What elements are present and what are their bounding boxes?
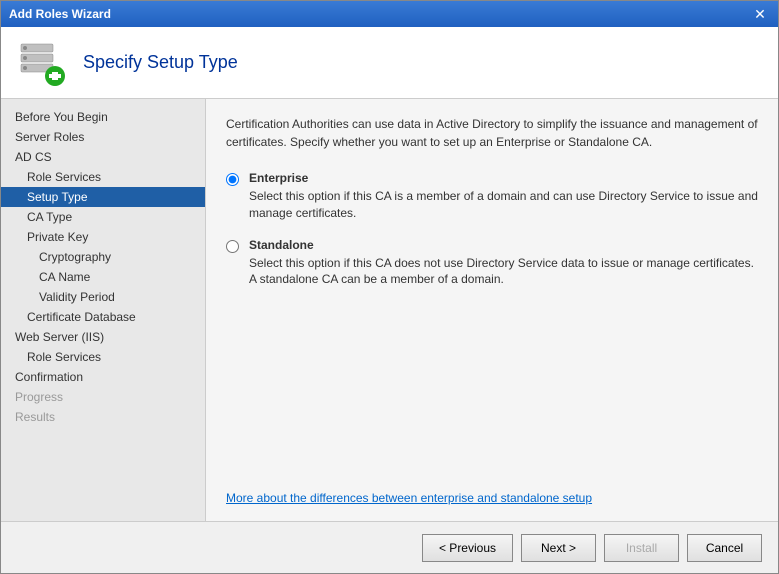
window: Add Roles Wizard ✕ Specify Setup Type	[0, 0, 779, 574]
standalone-radio[interactable]	[226, 240, 239, 253]
window-title: Add Roles Wizard	[9, 7, 111, 21]
close-button[interactable]: ✕	[750, 5, 770, 23]
sidebar-item-2[interactable]: AD CS	[1, 147, 205, 167]
enterprise-desc: Select this option if this CA is a membe…	[249, 188, 758, 222]
standalone-desc: Select this option if this CA does not u…	[249, 255, 758, 289]
content-area: Before You BeginServer RolesAD CSRole Se…	[1, 99, 778, 521]
sidebar-item-10[interactable]: Certificate Database	[1, 307, 205, 327]
sidebar-item-8[interactable]: CA Name	[1, 267, 205, 287]
option-group: Enterprise Select this option if this CA…	[226, 171, 758, 480]
footer: < Previous Next > Install Cancel	[1, 521, 778, 573]
sidebar-item-14: Progress	[1, 387, 205, 407]
option-standalone: Standalone Select this option if this CA…	[226, 238, 758, 289]
sidebar-item-1[interactable]: Server Roles	[1, 127, 205, 147]
cancel-button[interactable]: Cancel	[687, 534, 762, 562]
sidebar-item-9[interactable]: Validity Period	[1, 287, 205, 307]
option-enterprise: Enterprise Select this option if this CA…	[226, 171, 758, 222]
sidebar-item-5[interactable]: CA Type	[1, 207, 205, 227]
sidebar-item-0[interactable]: Before You Begin	[1, 107, 205, 127]
sidebar: Before You BeginServer RolesAD CSRole Se…	[1, 99, 206, 521]
next-button[interactable]: Next >	[521, 534, 596, 562]
enterprise-radio[interactable]	[226, 173, 239, 186]
main-content: Certification Authorities can use data i…	[206, 99, 778, 521]
header-area: Specify Setup Type	[1, 27, 778, 99]
sidebar-item-3[interactable]: Role Services	[1, 167, 205, 187]
sidebar-item-12[interactable]: Role Services	[1, 347, 205, 367]
title-bar: Add Roles Wizard ✕	[1, 1, 778, 27]
enterprise-label: Enterprise	[249, 171, 758, 185]
page-title: Specify Setup Type	[83, 52, 238, 73]
previous-button[interactable]: < Previous	[422, 534, 513, 562]
standalone-label: Standalone	[249, 238, 758, 252]
sidebar-item-4[interactable]: Setup Type	[1, 187, 205, 207]
sidebar-item-7[interactable]: Cryptography	[1, 247, 205, 267]
description-text: Certification Authorities can use data i…	[226, 115, 758, 151]
sidebar-item-11[interactable]: Web Server (IIS)	[1, 327, 205, 347]
sidebar-item-6[interactable]: Private Key	[1, 227, 205, 247]
more-info-link[interactable]: More about the differences between enter…	[226, 491, 592, 505]
sidebar-item-13[interactable]: Confirmation	[1, 367, 205, 387]
sidebar-item-15: Results	[1, 407, 205, 427]
install-button[interactable]: Install	[604, 534, 679, 562]
wizard-icon	[17, 38, 67, 88]
link-area: More about the differences between enter…	[226, 480, 758, 505]
